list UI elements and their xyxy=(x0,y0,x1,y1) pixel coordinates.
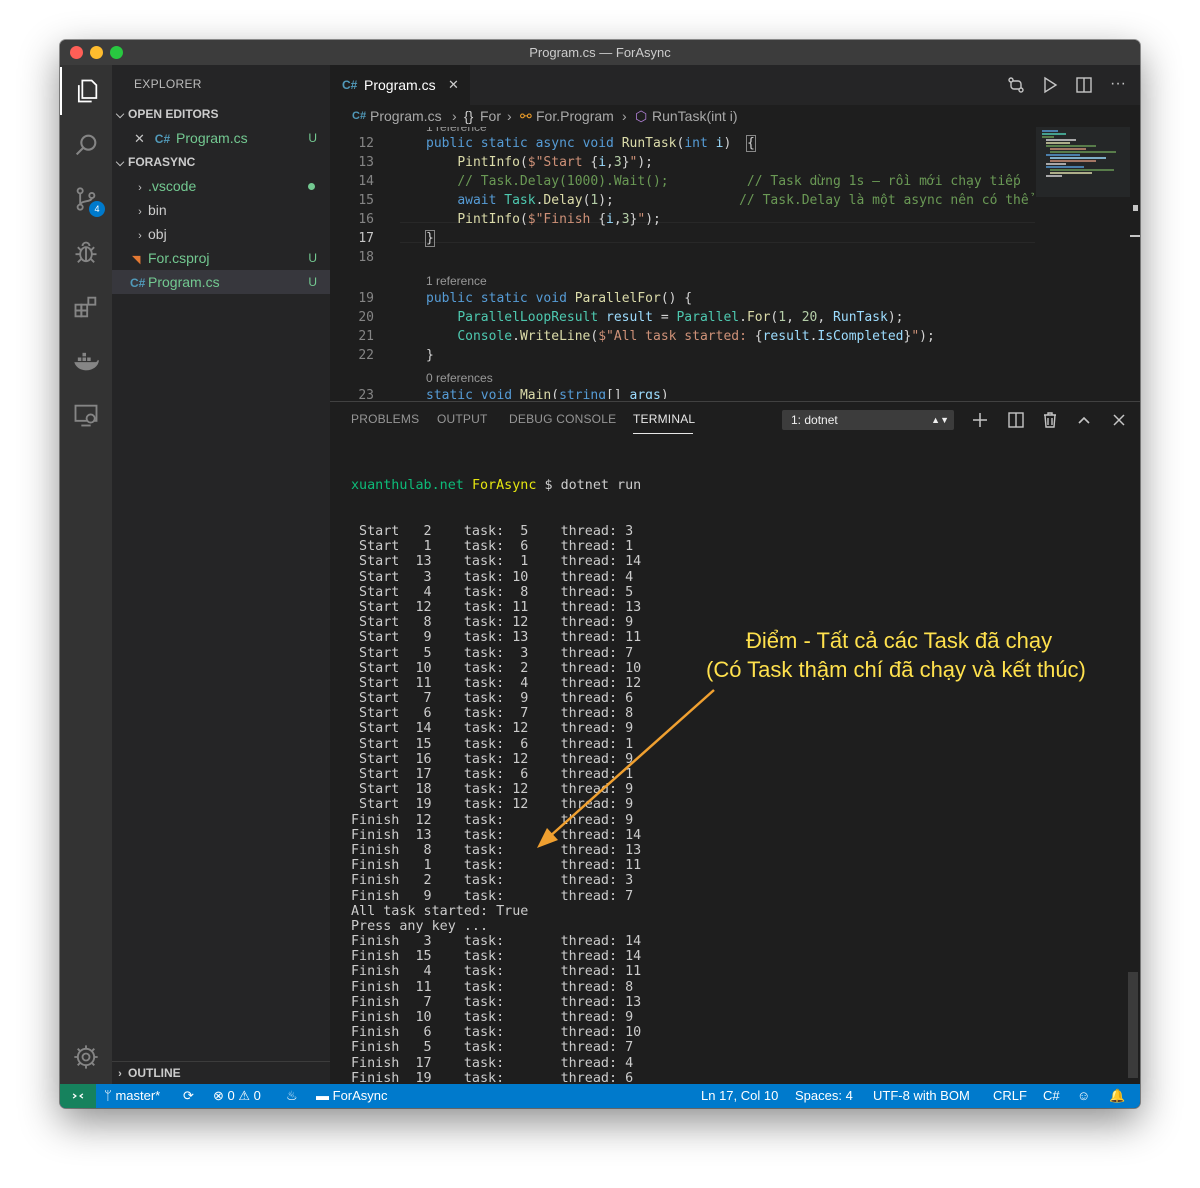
annotation-arrow xyxy=(537,689,715,848)
